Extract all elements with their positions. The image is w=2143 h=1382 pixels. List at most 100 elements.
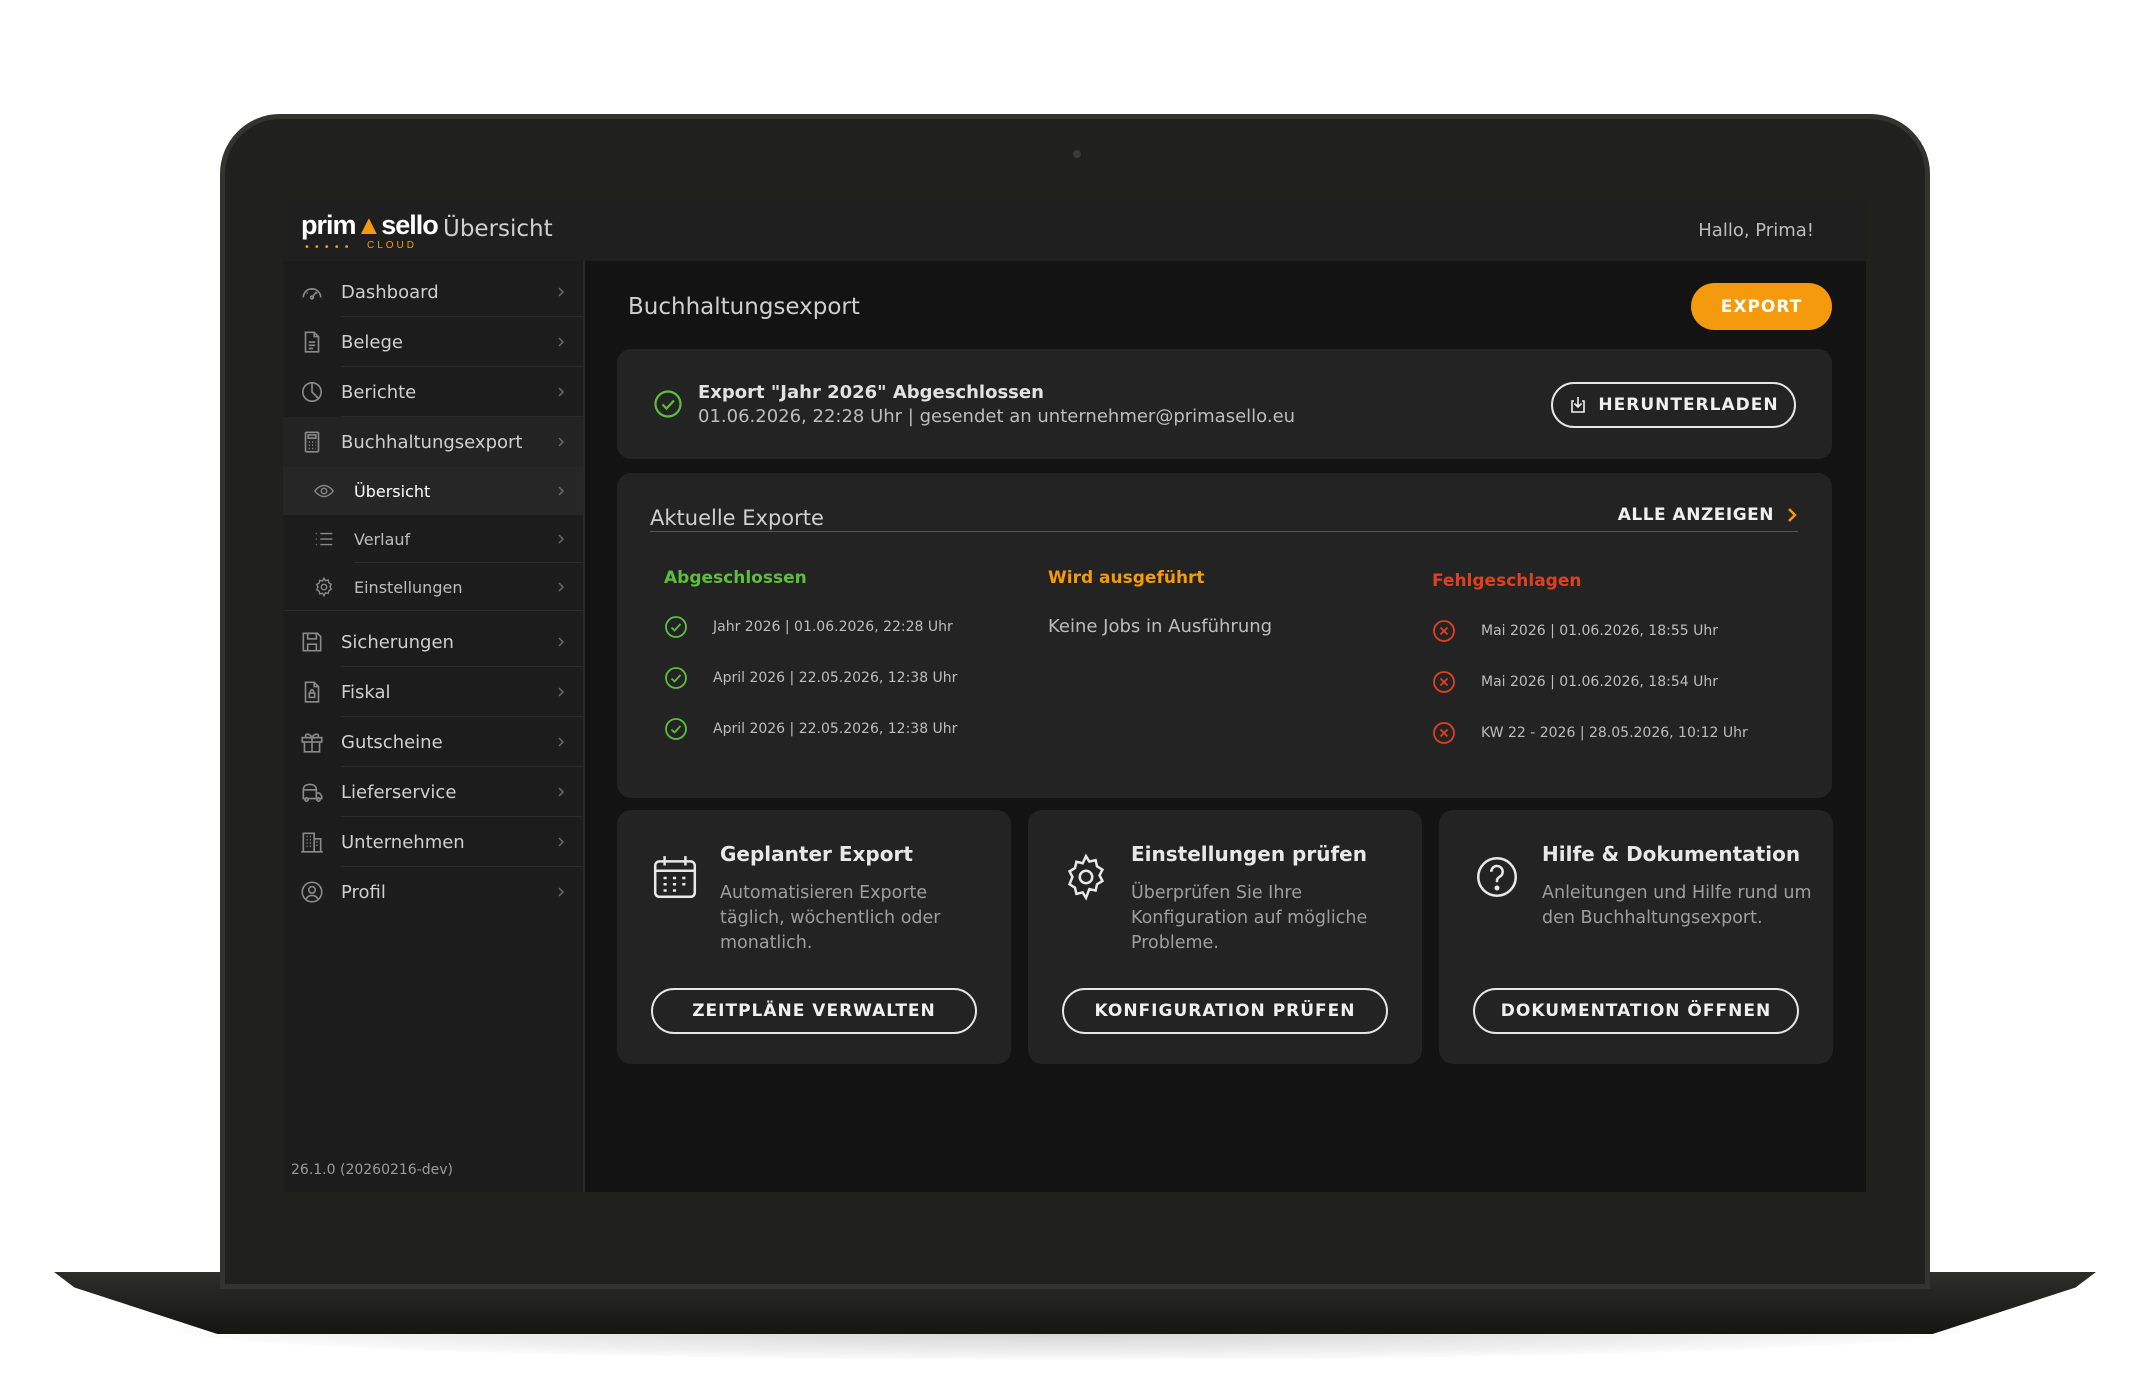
- download-button-label: HERUNTERLADEN: [1598, 395, 1779, 415]
- section-heading: Buchhaltungsexport: [628, 294, 860, 320]
- chevron-right-icon: [558, 887, 565, 897]
- file-lock-icon: [304, 681, 320, 703]
- completed-export-item[interactable]: April 2026 | 22.05.2026, 12:38 Uhr: [664, 666, 957, 690]
- download-button[interactable]: HERUNTERLADEN: [1551, 382, 1796, 428]
- sidebar-item-label: Fiskal: [341, 681, 391, 703]
- running-column-heading: Wird ausgeführt: [1048, 568, 1205, 588]
- export-item-text: KW 22 - 2026 | 28.05.2026, 10:12 Uhr: [1481, 725, 1748, 741]
- card-title: Einstellungen prüfen: [1131, 842, 1367, 866]
- chevron-right-icon: [558, 582, 565, 592]
- help-icon: [1477, 857, 1517, 897]
- chevron-right-icon: [558, 687, 565, 697]
- sidebar: Dashboard Belege Berichte Buchhaltungsex…: [283, 261, 585, 1192]
- app-version: 26.1.0 (20260216-dev): [291, 1162, 453, 1178]
- sidebar-subitem-label: Verlauf: [354, 529, 411, 549]
- primasello-logo[interactable]: prim▲sello ••••• CLOUD: [301, 210, 439, 254]
- sidebar-item-berichte[interactable]: Berichte: [283, 367, 583, 417]
- divider: [650, 531, 1798, 532]
- sidebar-item-label: Profil: [341, 881, 386, 903]
- pie-chart-icon: [301, 381, 323, 403]
- user-greeting[interactable]: Hallo, Prima!: [1698, 220, 1814, 241]
- sidebar-subitem-uebersicht[interactable]: Übersicht: [283, 467, 583, 515]
- building-icon: [301, 832, 323, 853]
- failed-export-item[interactable]: Mai 2026 | 01.06.2026, 18:55 Uhr: [1432, 619, 1718, 643]
- sidebar-subitem-verlauf[interactable]: Verlauf: [283, 515, 583, 563]
- check-circle-icon: [665, 718, 687, 740]
- card-description: Anleitungen und Hilfe rund um den Buchha…: [1542, 883, 1812, 928]
- export-button[interactable]: EXPORT: [1691, 283, 1832, 330]
- download-icon: [1571, 397, 1586, 413]
- recent-exports-title: Aktuelle Exporte: [650, 506, 824, 530]
- sidebar-subitem-einstellungen[interactable]: Einstellungen: [283, 563, 583, 611]
- gauge-icon: [302, 287, 322, 300]
- save-icon: [302, 632, 322, 652]
- sidebar-item-sicherungen[interactable]: Sicherungen: [283, 617, 583, 667]
- sidebar-item-label: Lieferservice: [341, 781, 457, 803]
- sidebar-item-belege[interactable]: Belege: [283, 317, 583, 367]
- user-icon: [301, 881, 323, 903]
- sidebar-item-label: Berichte: [341, 381, 417, 403]
- chevron-right-icon: [558, 787, 565, 797]
- check-circle-icon: [665, 616, 687, 638]
- card-description: Überprüfen Sie Ihre Konfiguration auf mö…: [1131, 883, 1368, 953]
- chevron-right-icon: [558, 837, 565, 847]
- show-all-label: ALLE ANZEIGEN: [1617, 505, 1774, 525]
- scheduled-export-card: Geplanter Export Automatisieren Exporte …: [617, 810, 1011, 1064]
- logo-dots: •••••: [304, 242, 354, 253]
- sidebar-subitem-label: Einstellungen: [354, 577, 463, 597]
- delivery-icon: [302, 783, 323, 803]
- chevron-right-icon: [558, 387, 565, 397]
- check-circle-icon: [665, 667, 687, 689]
- sidebar-item-fiskal[interactable]: Fiskal: [283, 667, 583, 717]
- sidebar-item-gutscheine[interactable]: Gutscheine: [283, 717, 583, 767]
- gear-icon: [1067, 853, 1105, 901]
- sidebar-item-profil[interactable]: Profil: [283, 867, 583, 917]
- error-circle-icon: [1433, 620, 1455, 642]
- help-documentation-card: Hilfe & Dokumentation Anleitungen und Hi…: [1439, 810, 1833, 1064]
- calculator-icon: [304, 431, 320, 453]
- recent-exports-card: Aktuelle Exporte ALLE ANZEIGEN Abgeschlo…: [617, 473, 1832, 798]
- sidebar-item-label: Buchhaltungsexport: [341, 431, 523, 453]
- sidebar-item-label: Sicherungen: [341, 631, 454, 653]
- running-empty-state: Keine Jobs in Ausführung: [1048, 616, 1273, 637]
- chevron-right-icon: [558, 637, 565, 647]
- show-all-link[interactable]: ALLE ANZEIGEN: [1618, 505, 1798, 525]
- top-bar: prim▲sello ••••• CLOUD Übersicht Hallo, …: [283, 200, 1866, 261]
- sidebar-item-label: Dashboard: [341, 281, 439, 303]
- export-item-text: April 2026 | 22.05.2026, 12:38 Uhr: [713, 721, 958, 737]
- chevron-right-icon: [558, 737, 565, 747]
- chevron-right-icon: [558, 337, 565, 347]
- sidebar-item-buchhaltungsexport[interactable]: Buchhaltungsexport: [283, 417, 583, 467]
- failed-export-item[interactable]: KW 22 - 2026 | 28.05.2026, 10:12 Uhr: [1432, 721, 1748, 745]
- sidebar-item-unternehmen[interactable]: Unternehmen: [283, 817, 583, 867]
- chevron-right-icon: [558, 534, 565, 544]
- card-description: Automatisieren Exporte täglich, wöchentl…: [720, 883, 941, 953]
- logo-subtitle: CLOUD: [367, 240, 418, 251]
- chevron-right-icon: [558, 287, 565, 297]
- chevron-right-icon: [558, 486, 565, 496]
- export-status-details: 01.06.2026, 22:28 Uhr | gesendet an unte…: [698, 406, 1296, 427]
- failed-export-item[interactable]: Mai 2026 | 01.06.2026, 18:54 Uhr: [1432, 670, 1718, 694]
- card-title: Hilfe & Dokumentation: [1542, 842, 1801, 866]
- sidebar-item-label: Gutscheine: [341, 731, 443, 753]
- document-icon: [304, 331, 320, 353]
- divider: [283, 610, 583, 611]
- completed-export-item[interactable]: Jahr 2026 | 01.06.2026, 22:28 Uhr: [664, 615, 953, 639]
- card-title: Geplanter Export: [720, 842, 913, 866]
- gear-icon: [315, 576, 333, 598]
- check-configuration-button[interactable]: KONFIGURATION PRÜFEN: [1062, 988, 1388, 1034]
- check-circle-icon: [654, 390, 682, 418]
- completed-export-item[interactable]: April 2026 | 22.05.2026, 12:38 Uhr: [664, 717, 957, 741]
- export-item-text: Jahr 2026 | 01.06.2026, 22:28 Uhr: [713, 619, 953, 635]
- calendar-icon: [653, 856, 697, 899]
- export-status-title: Export "Jahr 2026" Abgeschlossen: [698, 382, 1044, 403]
- manage-schedules-button[interactable]: ZEITPLÄNE VERWALTEN: [651, 988, 977, 1034]
- chevron-right-icon: [558, 437, 565, 447]
- export-status-card: Export "Jahr 2026" Abgeschlossen 01.06.2…: [617, 349, 1832, 459]
- sidebar-item-lieferservice[interactable]: Lieferservice: [283, 767, 583, 817]
- open-documentation-button[interactable]: DOKUMENTATION ÖFFNEN: [1473, 988, 1799, 1034]
- sidebar-item-dashboard[interactable]: Dashboard: [283, 267, 583, 317]
- error-circle-icon: [1433, 722, 1455, 744]
- app-screen: prim▲sello ••••• CLOUD Übersicht Hallo, …: [283, 200, 1866, 1192]
- chevron-right-icon: [1788, 508, 1797, 522]
